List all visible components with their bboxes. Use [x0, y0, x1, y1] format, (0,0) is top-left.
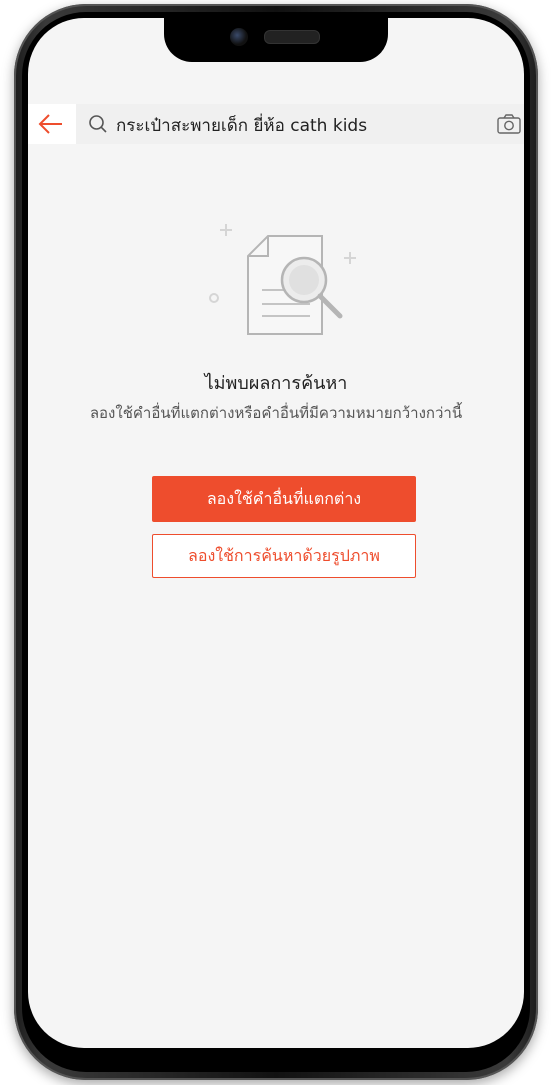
- speaker-grille: [264, 30, 320, 44]
- front-camera-icon: [230, 28, 248, 46]
- image-search-cta-button[interactable]: ลองใช้การค้นหาด้วยรูปภาพ: [152, 534, 416, 578]
- search-input[interactable]: กระเป๋าสะพายเด็ก ยี่ห้อ cath kids: [76, 104, 524, 144]
- app-screen: กระเป๋าสะพายเด็ก ยี่ห้อ cath kids ไม่พบผ…: [28, 18, 524, 1048]
- phone-mockup: กระเป๋าสะพายเด็ก ยี่ห้อ cath kids ไม่พบผ…: [0, 0, 551, 1085]
- empty-state-title: ไม่พบผลการค้นหา: [204, 373, 348, 394]
- search-icon: [89, 115, 107, 133]
- back-button[interactable]: [32, 108, 68, 140]
- try-different-keyword-button[interactable]: ลองใช้คำอื่นที่แตกต่าง: [152, 476, 416, 522]
- camera-icon: [497, 114, 521, 134]
- search-query-text: กระเป๋าสะพายเด็ก ยี่ห้อ cath kids: [116, 116, 368, 136]
- search-header: กระเป๋าสะพายเด็ก ยี่ห้อ cath kids: [28, 104, 524, 144]
- arrow-left-icon: [38, 114, 62, 134]
- empty-state-description: ลองใช้คำอื่นที่แตกต่างหรือคำอื่นที่มีควา…: [89, 404, 463, 422]
- document-search-icon: [209, 224, 356, 335]
- phone-notch: [164, 18, 388, 62]
- image-search-button[interactable]: [496, 112, 522, 136]
